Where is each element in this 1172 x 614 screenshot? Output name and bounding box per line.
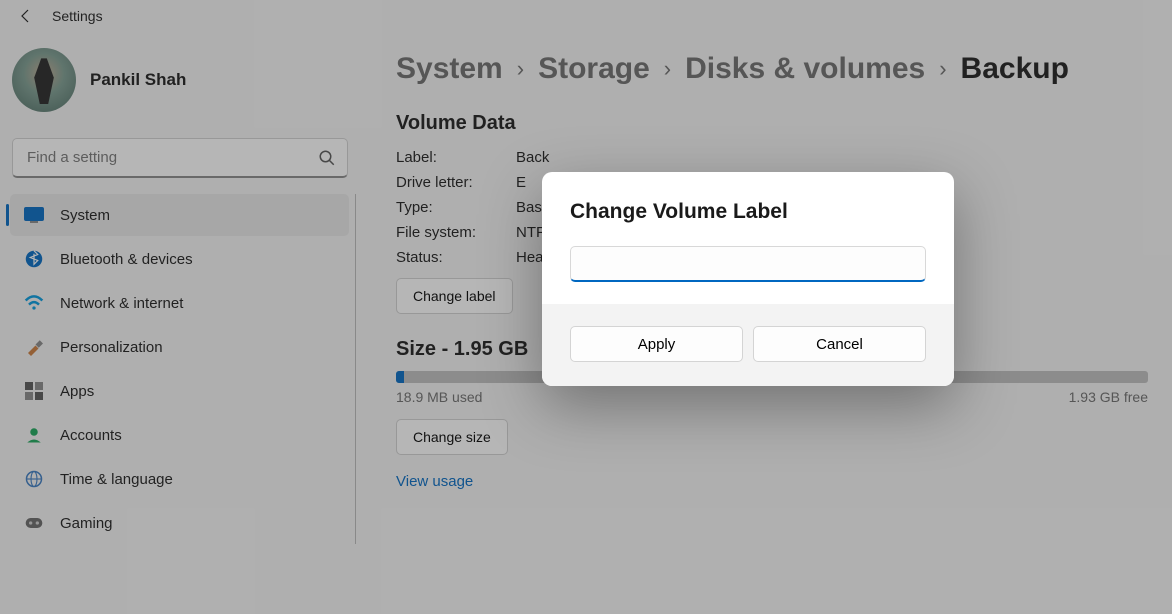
volume-data-title: Volume Data	[396, 112, 1148, 135]
globe-icon	[24, 469, 44, 489]
apps-icon	[24, 381, 44, 401]
sidebar-item-label: Gaming	[60, 515, 113, 532]
breadcrumb-item[interactable]: System	[396, 52, 503, 86]
sidebar-item-label: Personalization	[60, 339, 163, 356]
person-icon	[24, 425, 44, 445]
sidebar-item-personalization[interactable]: Personalization	[10, 326, 349, 368]
profile-name: Pankil Shah	[90, 70, 186, 90]
type-key: Type:	[396, 199, 516, 216]
change-label-button[interactable]: Change label	[396, 278, 513, 314]
sidebar-item-label: Bluetooth & devices	[60, 251, 193, 268]
sidebar-item-label: System	[60, 207, 110, 224]
back-button[interactable]	[12, 2, 40, 30]
breadcrumb: System › Storage › Disks & volumes › Bac…	[396, 52, 1148, 86]
breadcrumb-item[interactable]: Disks & volumes	[685, 52, 925, 86]
view-usage-link[interactable]: View usage	[396, 473, 473, 490]
sidebar-item-bluetooth[interactable]: Bluetooth & devices	[10, 238, 349, 280]
sidebar-item-network[interactable]: Network & internet	[10, 282, 349, 324]
breadcrumb-current: Backup	[961, 52, 1069, 86]
storage-bar-fill	[396, 371, 404, 383]
titlebar: Settings	[0, 0, 1172, 32]
cancel-button[interactable]: Cancel	[753, 326, 926, 362]
app-title: Settings	[52, 8, 103, 24]
chevron-right-icon: ›	[664, 56, 671, 82]
arrow-left-icon	[18, 8, 34, 24]
sidebar-item-label: Network & internet	[60, 295, 183, 312]
storage-labels: 18.9 MB used 1.93 GB free	[396, 389, 1148, 405]
sidebar-item-system[interactable]: System	[10, 194, 349, 236]
sidebar-item-accounts[interactable]: Accounts	[10, 414, 349, 456]
sidebar-item-label: Accounts	[60, 427, 122, 444]
storage-free: 1.93 GB free	[1069, 389, 1148, 405]
search-icon	[318, 149, 336, 167]
bluetooth-icon	[24, 249, 44, 269]
chevron-right-icon: ›	[939, 56, 946, 82]
search-wrap	[12, 138, 348, 178]
storage-used: 18.9 MB used	[396, 389, 482, 405]
volume-label-input[interactable]	[570, 246, 926, 282]
breadcrumb-item[interactable]: Storage	[538, 52, 650, 86]
profile[interactable]: Pankil Shah	[4, 40, 356, 130]
dialog-title: Change Volume Label	[570, 200, 926, 224]
sidebar-item-apps[interactable]: Apps	[10, 370, 349, 412]
label-value: Back	[516, 149, 1148, 166]
brush-icon	[24, 337, 44, 357]
apply-button[interactable]: Apply	[570, 326, 743, 362]
sidebar-item-label: Apps	[60, 383, 94, 400]
sidebar-item-label: Time & language	[60, 471, 173, 488]
status-key: Status:	[396, 249, 516, 266]
avatar	[12, 48, 76, 112]
change-volume-label-dialog: Change Volume Label Apply Cancel	[542, 172, 954, 386]
fs-key: File system:	[396, 224, 516, 241]
system-icon	[24, 205, 44, 225]
nav: System Bluetooth & devices Network & int…	[4, 194, 356, 544]
wifi-icon	[24, 293, 44, 313]
label-key: Label:	[396, 149, 516, 166]
chevron-right-icon: ›	[517, 56, 524, 82]
search-input[interactable]	[12, 138, 348, 178]
gamepad-icon	[24, 513, 44, 533]
change-size-button[interactable]: Change size	[396, 419, 508, 455]
sidebar: Pankil Shah System Bluetooth & devic	[0, 32, 360, 614]
drive-key: Drive letter:	[396, 174, 516, 191]
sidebar-item-time-language[interactable]: Time & language	[10, 458, 349, 500]
sidebar-item-gaming[interactable]: Gaming	[10, 502, 349, 544]
